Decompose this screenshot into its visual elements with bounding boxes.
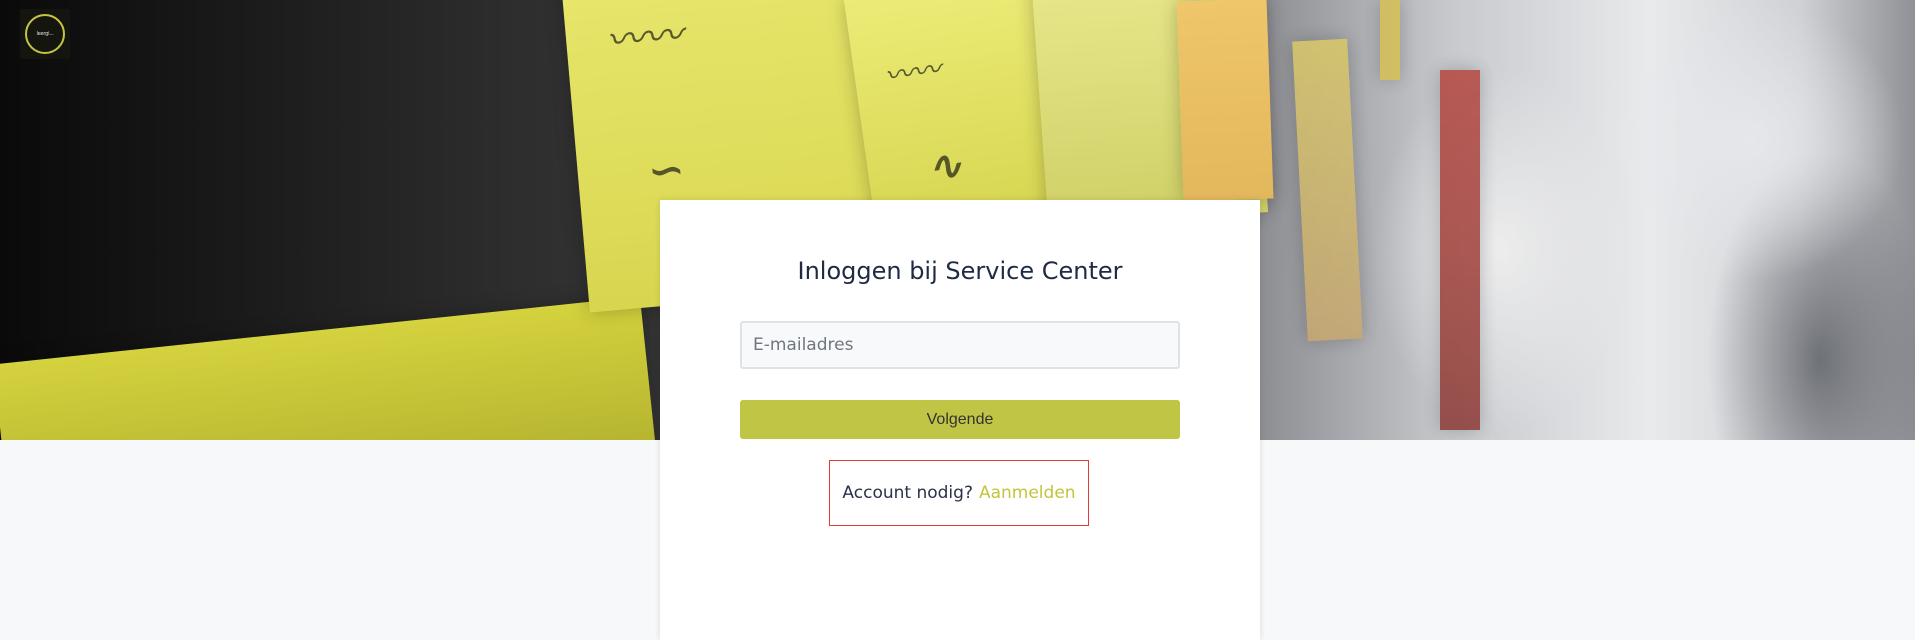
sticky-note xyxy=(1380,0,1400,80)
signup-prompt: Account nodig? Aanmelden xyxy=(829,460,1089,526)
signup-link[interactable]: Aanmelden xyxy=(979,483,1076,503)
note-scribble: 〰〰 xyxy=(604,12,684,63)
note-scribble: 〰〰 xyxy=(882,52,943,93)
sticky-note xyxy=(0,296,657,440)
company-logo[interactable]: leergi... xyxy=(20,9,70,59)
note-scribble: ∿ xyxy=(924,140,965,192)
logo-text: leergi... xyxy=(36,31,54,37)
sticky-note xyxy=(1176,0,1274,202)
sticky-note xyxy=(1292,38,1363,342)
logo-ring-icon: leergi... xyxy=(25,14,65,54)
note-scribble: ∽ xyxy=(645,143,687,198)
next-button[interactable]: Volgende xyxy=(740,400,1180,439)
signup-prompt-text: Account nodig? xyxy=(842,483,973,503)
login-card: Inloggen bij Service Center Volgende Acc… xyxy=(660,200,1260,640)
sticky-note xyxy=(1440,70,1480,430)
page-title: Inloggen bij Service Center xyxy=(797,257,1123,285)
email-field[interactable] xyxy=(740,321,1180,369)
